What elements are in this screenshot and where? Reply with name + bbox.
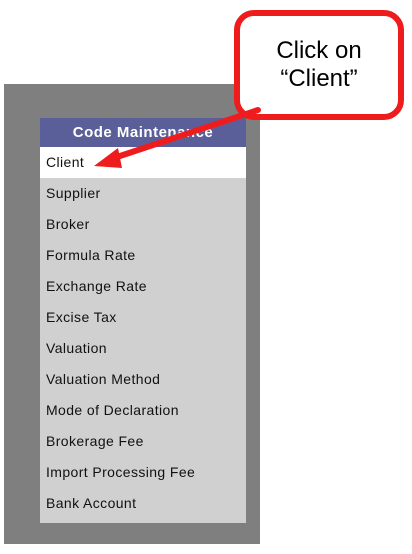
tutorial-screenshot: Code Maintenance Client Supplier Broker …: [0, 0, 412, 554]
menu-item-valuation[interactable]: Valuation: [40, 333, 246, 364]
menu-item-formula-rate[interactable]: Formula Rate: [40, 240, 246, 271]
callout-line-2: “Client”: [280, 65, 358, 92]
callout-line-1: Click on: [276, 37, 362, 64]
menu-items: Client Supplier Broker Formula Rate Exch…: [40, 147, 246, 523]
menu-item-mode-of-declaration[interactable]: Mode of Declaration: [40, 395, 246, 426]
menu-item-broker[interactable]: Broker: [40, 209, 246, 240]
instruction-callout: Click on “Client”: [234, 10, 404, 120]
menu-item-brokerage-fee[interactable]: Brokerage Fee: [40, 426, 246, 457]
code-maintenance-menu: Code Maintenance Client Supplier Broker …: [40, 118, 246, 523]
menu-header: Code Maintenance: [40, 118, 246, 147]
menu-item-valuation-method[interactable]: Valuation Method: [40, 364, 246, 395]
menu-item-bank-account[interactable]: Bank Account: [40, 488, 246, 523]
menu-item-exchange-rate[interactable]: Exchange Rate: [40, 271, 246, 302]
menu-item-supplier[interactable]: Supplier: [40, 178, 246, 209]
menu-item-excise-tax[interactable]: Excise Tax: [40, 302, 246, 333]
menu-item-client[interactable]: Client: [40, 147, 246, 178]
menu-item-import-processing-fee[interactable]: Import Processing Fee: [40, 457, 246, 488]
